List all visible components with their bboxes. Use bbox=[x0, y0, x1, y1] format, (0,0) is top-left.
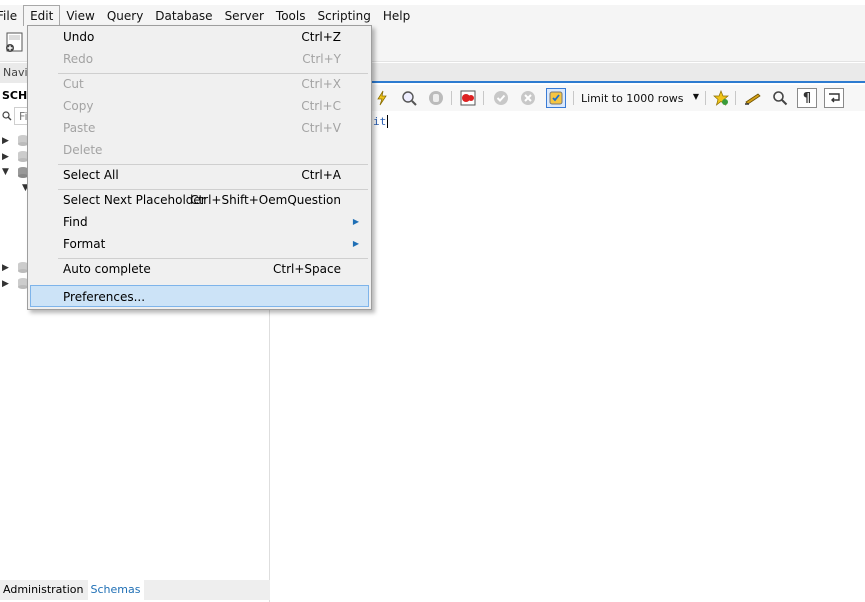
hand-stop-icon bbox=[429, 91, 443, 105]
rollback-button[interactable] bbox=[518, 88, 538, 108]
collapse-arrow-icon[interactable]: ▼ bbox=[2, 167, 9, 177]
menu-database[interactable]: Database bbox=[149, 5, 218, 26]
menu-item-select-next-placeholder[interactable]: Select Next Placeholder Ctrl+Shift+OemQu… bbox=[30, 189, 369, 211]
menu-file[interactable]: File bbox=[0, 5, 23, 26]
menu-item-undo[interactable]: Undo Ctrl+Z bbox=[30, 26, 369, 48]
limit-rows-value: Limit to 1000 rows bbox=[581, 91, 684, 105]
menu-help[interactable]: Help bbox=[377, 5, 416, 26]
menu-item-auto-complete[interactable]: Auto complete Ctrl+Space bbox=[30, 258, 369, 280]
magnifier-lightning-icon bbox=[402, 91, 417, 106]
submenu-arrow-icon: ▶ bbox=[352, 239, 359, 248]
menu-item-select-all[interactable]: Select All Ctrl+A bbox=[30, 164, 369, 186]
menu-item-label: Redo bbox=[63, 52, 94, 66]
menu-item-shortcut: Ctrl+Space bbox=[273, 262, 341, 276]
menu-item-shortcut: Ctrl+C bbox=[301, 99, 341, 113]
expand-arrow-icon[interactable]: ▶ bbox=[2, 263, 9, 273]
menu-item-label: Select All bbox=[63, 168, 119, 182]
menu-item-shortcut: Ctrl+Shift+OemQuestion bbox=[190, 193, 341, 207]
submenu-arrow-icon: ▶ bbox=[352, 217, 359, 226]
menu-item-label: Select Next Placeholder bbox=[63, 193, 206, 207]
menu-item-shortcut: Ctrl+V bbox=[301, 121, 341, 135]
menu-item-copy[interactable]: Copy Ctrl+C bbox=[30, 95, 369, 117]
stop-button[interactable] bbox=[426, 88, 446, 108]
toolbar-separator bbox=[451, 91, 452, 105]
toolbar-separator bbox=[705, 91, 706, 105]
explain-button[interactable] bbox=[399, 88, 419, 108]
toggle-error-button[interactable] bbox=[458, 88, 478, 108]
menu-item-delete[interactable]: Delete bbox=[30, 139, 369, 161]
menu-item-shortcut: Ctrl+A bbox=[301, 168, 341, 182]
commit-button[interactable] bbox=[491, 88, 511, 108]
menu-item-shortcut: Ctrl+X bbox=[301, 77, 341, 91]
menu-tools[interactable]: Tools bbox=[270, 5, 312, 26]
search-icon bbox=[773, 91, 788, 106]
toolbar-separator bbox=[483, 91, 484, 105]
find-replace-button[interactable] bbox=[770, 88, 790, 108]
limit-rows-select[interactable]: Limit to 1000 rows ▼ bbox=[581, 88, 701, 108]
code-text: it bbox=[373, 115, 389, 128]
new-sql-tab-button[interactable] bbox=[4, 32, 26, 54]
error-stop-icon bbox=[460, 90, 476, 106]
menu-item-shortcut: Ctrl+Z bbox=[301, 30, 341, 44]
menu-bar: File Edit View Query Database Server Too… bbox=[0, 5, 865, 26]
check-icon bbox=[494, 91, 508, 105]
menu-item-label: Preferences... bbox=[63, 290, 146, 304]
expand-arrow-icon[interactable]: ▶ bbox=[2, 279, 9, 289]
autocommit-icon bbox=[549, 91, 563, 105]
menu-item-paste[interactable]: Paste Ctrl+V bbox=[30, 117, 369, 139]
menu-item-cut[interactable]: Cut Ctrl+X bbox=[30, 73, 369, 95]
navigator-bottom-tabs: Administration Schemas bbox=[0, 580, 270, 600]
new-sql-icon bbox=[6, 32, 23, 52]
word-wrap-button[interactable] bbox=[824, 88, 844, 108]
add-snippet-button[interactable] bbox=[711, 88, 731, 108]
menu-item-preferences[interactable]: Preferences... bbox=[30, 285, 369, 307]
wrap-icon bbox=[829, 93, 840, 103]
cancel-icon bbox=[521, 91, 535, 105]
menu-item-label: Undo bbox=[63, 30, 95, 44]
menu-item-shortcut: Ctrl+Y bbox=[302, 52, 341, 66]
menu-item-label: Paste bbox=[63, 121, 96, 135]
menu-item-label: Delete bbox=[63, 143, 103, 157]
execute-current-button[interactable] bbox=[372, 88, 392, 108]
menu-item-label: Copy bbox=[63, 99, 94, 113]
lightning-cursor-icon bbox=[377, 90, 387, 106]
menu-item-label: Find bbox=[63, 215, 88, 229]
menu-item-label: Cut bbox=[63, 77, 84, 91]
menu-item-find[interactable]: Find ▶ bbox=[30, 211, 369, 233]
tab-administration[interactable]: Administration bbox=[0, 580, 88, 600]
star-add-icon bbox=[713, 90, 729, 106]
invisible-chars-button[interactable]: ¶ bbox=[797, 88, 817, 108]
edit-menu-dropdown: Undo Ctrl+Z Redo Ctrl+Y Cut Ctrl+X Copy … bbox=[27, 25, 372, 310]
toolbar-separator bbox=[573, 91, 574, 105]
toolbar-separator bbox=[735, 91, 736, 105]
expand-arrow-icon[interactable]: ▶ bbox=[2, 136, 9, 146]
menu-item-label: Format bbox=[63, 237, 106, 251]
pilcrow-icon: ¶ bbox=[802, 90, 812, 106]
autocommit-toggle-button[interactable] bbox=[546, 88, 566, 108]
menu-item-label: Auto complete bbox=[63, 262, 151, 276]
menu-item-format[interactable]: Format ▶ bbox=[30, 233, 369, 255]
menu-edit[interactable]: Edit bbox=[23, 5, 61, 26]
menu-scripting[interactable]: Scripting bbox=[311, 5, 376, 26]
menu-view[interactable]: View bbox=[60, 5, 100, 26]
menu-query[interactable]: Query bbox=[101, 5, 149, 26]
tab-schemas[interactable]: Schemas bbox=[87, 580, 145, 600]
search-icon bbox=[2, 111, 12, 121]
menu-server[interactable]: Server bbox=[219, 5, 270, 26]
beautify-button[interactable] bbox=[743, 88, 763, 108]
brush-icon bbox=[745, 93, 761, 105]
menu-item-redo[interactable]: Redo Ctrl+Y bbox=[30, 48, 369, 70]
expand-arrow-icon[interactable]: ▶ bbox=[2, 152, 9, 162]
dropdown-caret-icon: ▼ bbox=[692, 92, 699, 101]
